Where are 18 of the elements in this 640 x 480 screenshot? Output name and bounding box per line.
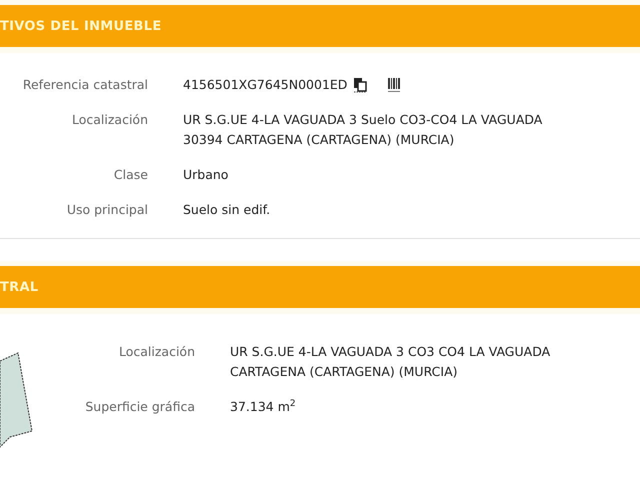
field-value: UR S.G.UE 4-LA VAGUADA 3 Suelo CO3-CO4 LA VAGUADA: [183, 111, 542, 129]
field-label: Clase: [112, 166, 148, 184]
barcode-icon[interactable]: [387, 77, 402, 93]
field-label: Localización: [118, 343, 195, 361]
section-title: TIVOS DEL INMUEBLE: [0, 18, 162, 34]
field-label: Referencia catastral: [22, 76, 148, 94]
field-value: UR S.G.UE 4-LA VAGUADA 3 CO3 CO4 LA VAGUADA: [230, 343, 550, 361]
field-value: Urbano: [183, 166, 228, 184]
copy-icon[interactable]: [353, 77, 368, 93]
field-value: 30394 CARTAGENA (CARTAGENA) (MURCIA): [183, 131, 456, 149]
section-title: TRAL: [0, 280, 38, 294]
field-value: 4156501XG7645N0001ED: [183, 76, 348, 94]
field-label: Superficie gráfica: [84, 398, 195, 416]
field-value: Suelo sin edif.: [183, 201, 270, 219]
field-label: Localización: [70, 111, 148, 129]
field-value: CARTAGENA (CARTAGENA) (MURCIA): [230, 363, 458, 381]
field-label: Uso principal: [66, 201, 148, 219]
field-value: 37.134 m$^{2}$: [230, 398, 296, 416]
